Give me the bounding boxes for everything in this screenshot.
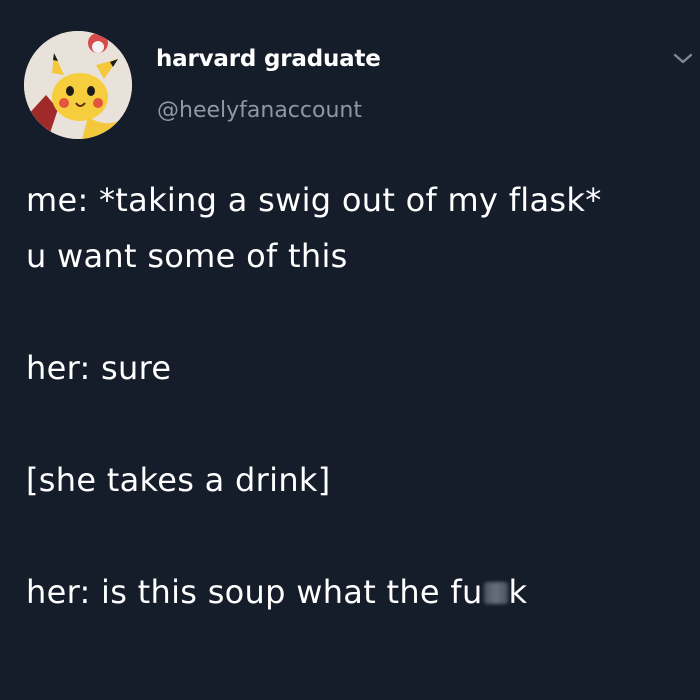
pikachu-avatar-icon bbox=[24, 31, 132, 139]
tweet-line: me: *taking a swig out of my flask* bbox=[26, 181, 602, 219]
display-name[interactable]: harvard graduate bbox=[156, 46, 381, 72]
censored-line-start: her: is this soup what the fu bbox=[26, 573, 483, 611]
tweet-line-censored: her: is this soup what the fu k bbox=[26, 564, 686, 620]
tweet-line: her: sure bbox=[26, 349, 172, 387]
tweet-line: [she takes a drink] bbox=[26, 461, 331, 499]
chevron-down-icon[interactable] bbox=[672, 51, 694, 67]
user-handle[interactable]: @heelyfanaccount bbox=[157, 98, 362, 123]
censor-blur bbox=[483, 582, 508, 604]
avatar[interactable] bbox=[24, 31, 132, 139]
tweet-card: harvard graduate @heelyfanaccount me: *t… bbox=[0, 0, 700, 700]
tweet-line: u want some of this bbox=[26, 237, 348, 275]
tweet-text: me: *taking a swig out of my flask* u wa… bbox=[26, 172, 686, 620]
censored-line-end: k bbox=[508, 573, 528, 611]
